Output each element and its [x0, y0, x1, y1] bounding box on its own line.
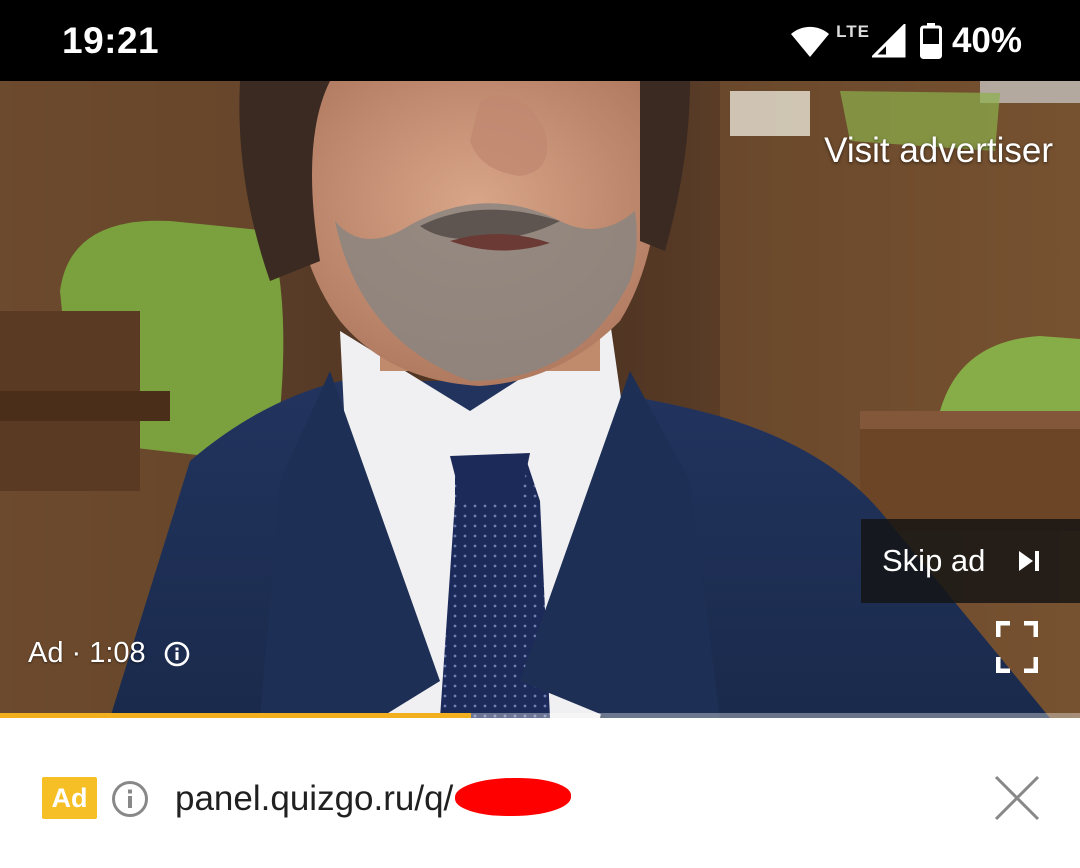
status-time: 19:21 — [62, 20, 160, 61]
close-icon[interactable] — [993, 774, 1041, 822]
ad-badge: Ad — [42, 777, 97, 819]
wifi-icon — [791, 26, 830, 57]
status-bar: 19:21 LTE 40% — [0, 0, 1080, 81]
ad-url-text: panel.quizgo.ru/q/ — [175, 779, 454, 818]
skip-next-icon — [1019, 551, 1040, 571]
cell-signal-icon — [871, 24, 906, 58]
redaction-mark — [455, 778, 572, 816]
skip-ad-button[interactable]: Skip ad — [861, 519, 1080, 603]
battery-percentage: 40% — [951, 21, 1022, 60]
info-icon[interactable] — [111, 780, 149, 818]
battery-icon — [919, 23, 942, 59]
info-icon[interactable] — [164, 641, 190, 667]
video-player[interactable]: Visit advertiser Skip ad Ad · 1:08 — [0, 81, 1080, 718]
ad-banner[interactable]: Ad panel.quizgo.ru/q/ — [0, 718, 1080, 868]
status-icons: LTE 40% — [790, 18, 1022, 64]
ad-url[interactable]: panel.quizgo.ru/q/ — [175, 778, 572, 819]
video-frame — [0, 81, 1080, 718]
network-type-label: LTE — [836, 22, 870, 41]
ad-timer-label: Ad · 1:08 — [28, 637, 146, 669]
visit-advertiser-link[interactable]: Visit advertiser — [824, 131, 1053, 171]
ad-timer: Ad · 1:08 — [28, 637, 190, 670]
skip-ad-label: Skip ad — [882, 543, 986, 578]
fullscreen-icon[interactable] — [996, 621, 1038, 673]
